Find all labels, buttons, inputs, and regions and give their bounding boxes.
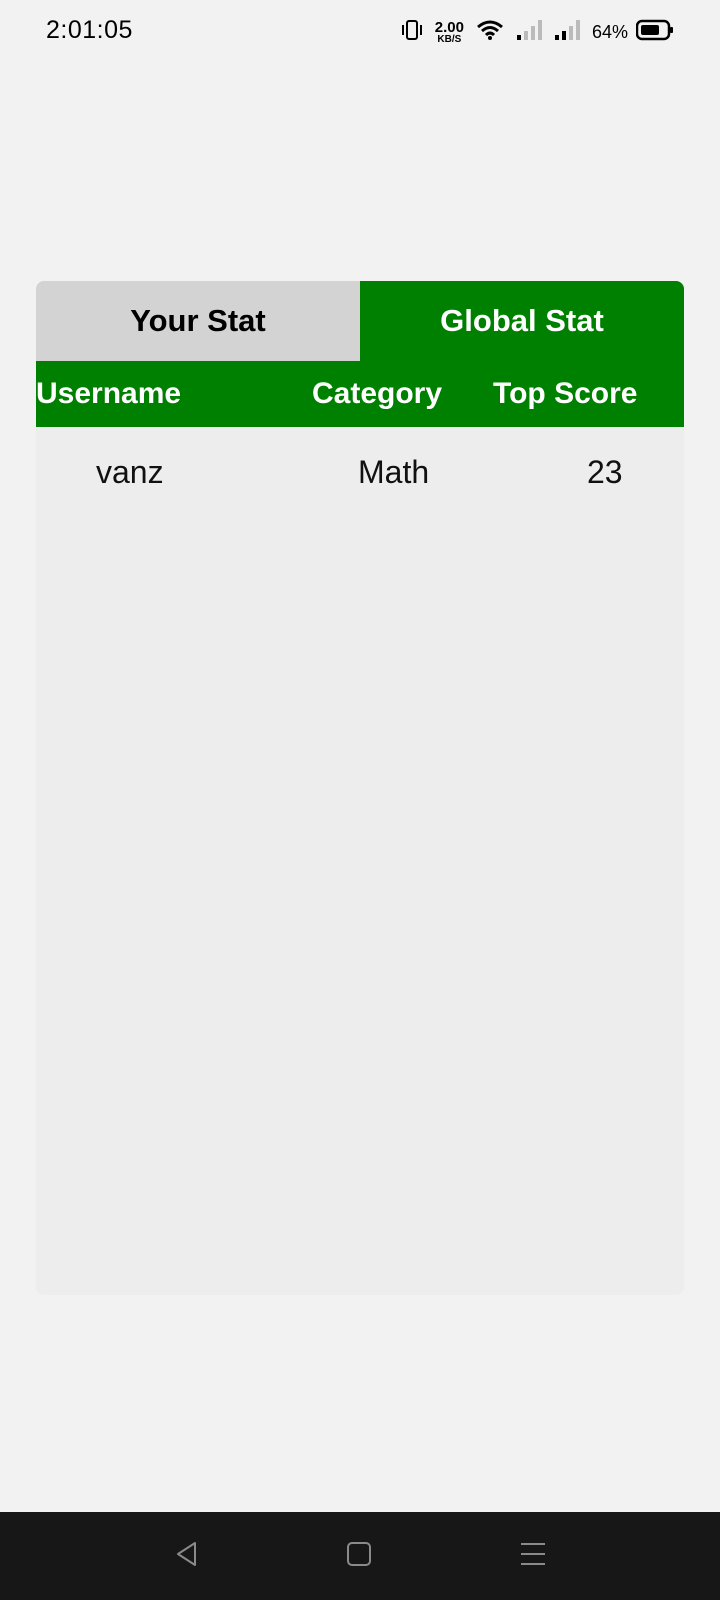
cell-top-score: 23 <box>587 454 623 490</box>
home-icon <box>346 1541 372 1572</box>
back-button[interactable] <box>165 1534 209 1578</box>
network-speed-unit: KB/S <box>437 33 462 45</box>
table-body: vanz Math 23 <box>36 427 684 517</box>
cell-category: Math <box>358 454 430 490</box>
navigation-bar <box>0 1512 720 1600</box>
status-icons: 2.00 KB/S 64% <box>401 18 674 46</box>
stat-tabs: Your Stat Global Stat <box>36 281 684 361</box>
tab-your-stat[interactable]: Your Stat <box>36 281 360 361</box>
network-speed: 2.00 KB/S <box>435 20 464 45</box>
wifi-icon <box>476 19 504 46</box>
recents-icon <box>520 1541 546 1572</box>
column-header-category: Category <box>312 377 443 410</box>
home-button[interactable] <box>337 1534 381 1578</box>
signal-icon <box>554 19 580 46</box>
column-header-username: Username <box>36 377 182 410</box>
back-icon <box>173 1540 201 1573</box>
cell-username: vanz <box>96 454 164 490</box>
column-header-top-score: Top Score <box>493 377 638 410</box>
signal-icon <box>516 19 542 46</box>
status-time: 2:01:05 <box>46 16 133 44</box>
table-header: Username Category Top Score <box>36 361 684 427</box>
vibrate-icon <box>401 19 423 46</box>
tab-global-stat[interactable]: Global Stat <box>360 281 684 361</box>
table-row: vanz Math 23 <box>36 427 684 517</box>
battery-percent: 64% <box>591 21 628 42</box>
recents-button[interactable] <box>511 1534 555 1578</box>
status-bar: 2:01:05 2.00 KB/S 64% <box>0 0 720 64</box>
battery-icon <box>635 19 674 46</box>
stats-card: Your Stat Global Stat Username Category … <box>36 281 684 1295</box>
network-speed-value: 2.00 <box>434 18 464 36</box>
